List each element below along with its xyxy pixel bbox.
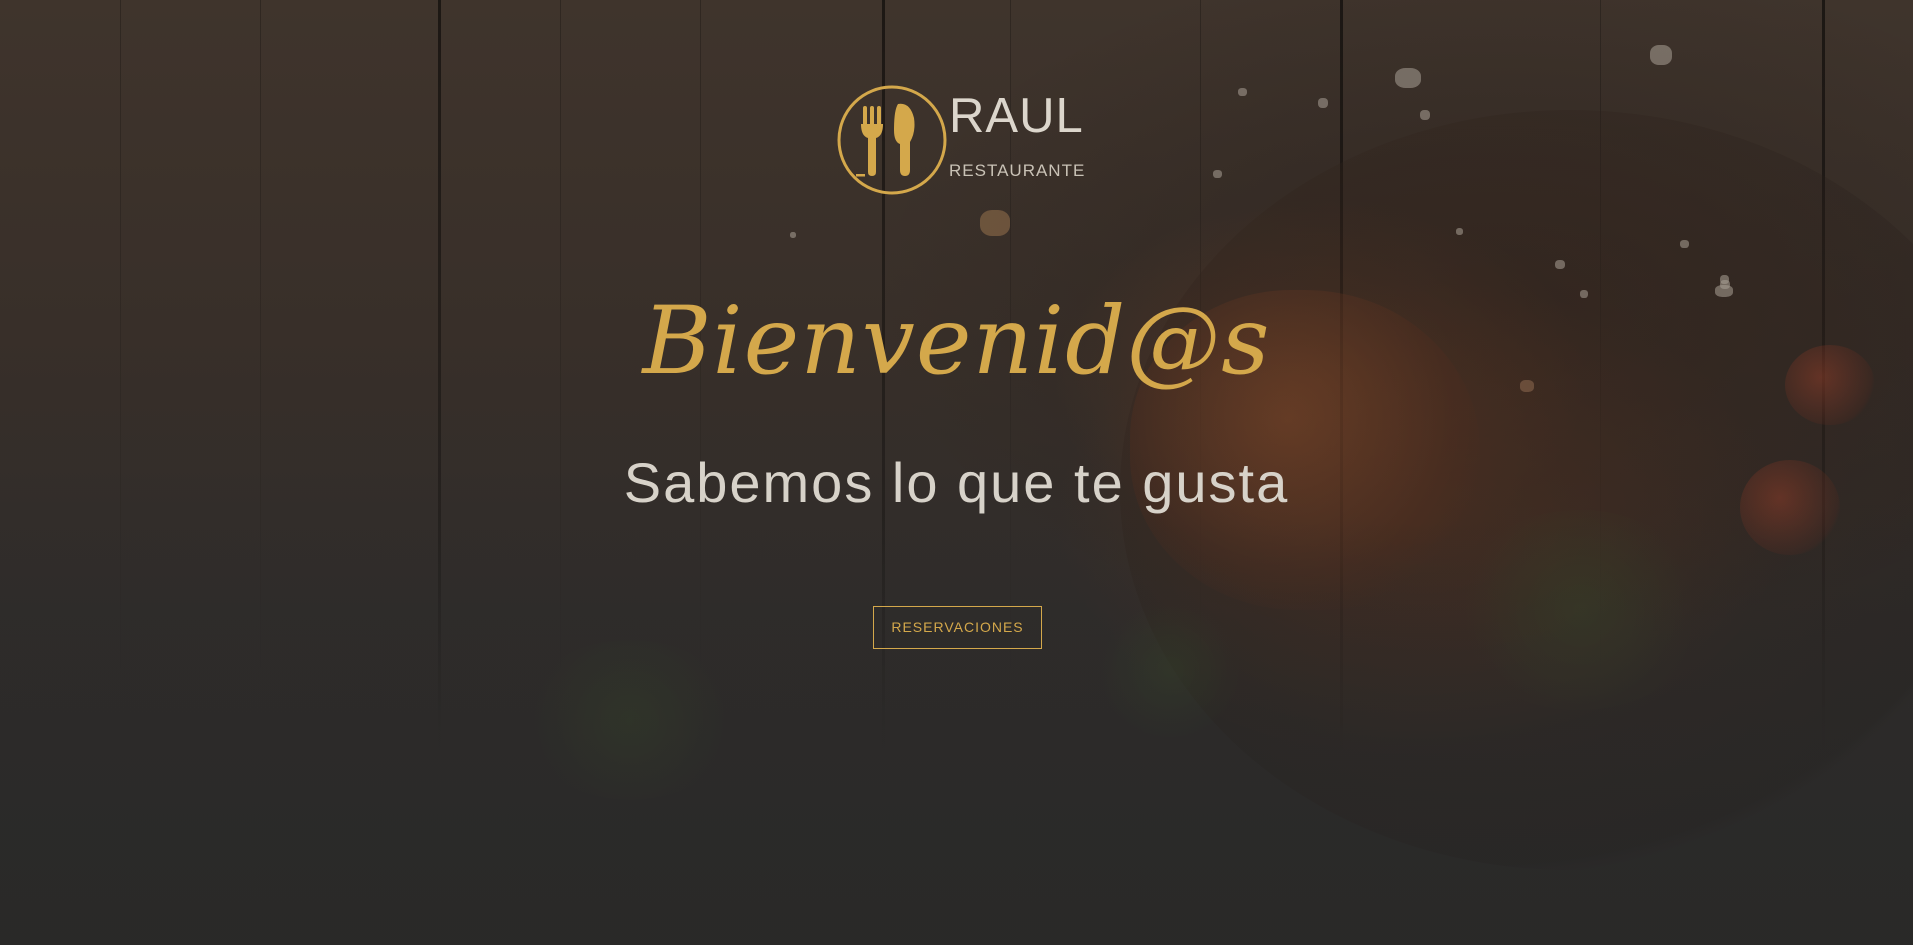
hero-section: RAUL RESTAURANTE Bienvenid@s Sabemos lo … — [0, 0, 1913, 945]
logo-subtitle: RESTAURANTE — [949, 161, 1086, 180]
restaurant-logo[interactable]: RAUL RESTAURANTE — [836, 84, 1084, 196]
fork-knife-icon — [837, 85, 947, 195]
welcome-heading: Bienvenid@s — [642, 287, 1271, 396]
reservations-button[interactable]: RESERVACIONES — [873, 606, 1042, 649]
hero-tagline: Sabemos lo que te gusta — [623, 451, 1290, 514]
logo-name: RAUL — [949, 89, 1084, 143]
